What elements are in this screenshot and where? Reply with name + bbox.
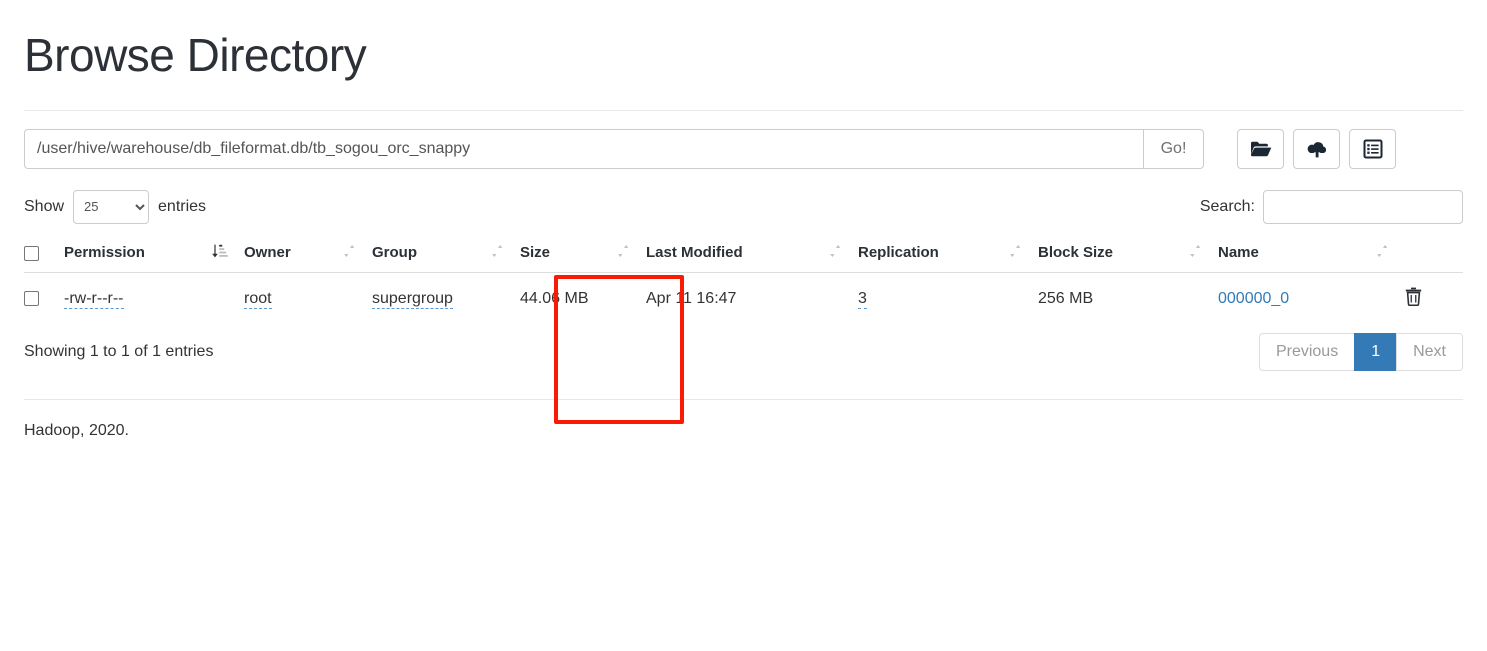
- column-header-owner[interactable]: Owner: [244, 235, 372, 273]
- directory-actions: [1237, 128, 1396, 169]
- datatable-footer: Showing 1 to 1 of 1 entries Previous 1 N…: [24, 332, 1463, 371]
- page-title: Browse Directory: [24, 29, 367, 81]
- upload-files-button[interactable]: [1293, 128, 1340, 169]
- pagination-next[interactable]: Next: [1396, 332, 1463, 371]
- sort-both-icon: [829, 244, 842, 262]
- sort-both-icon: [617, 244, 630, 262]
- cut-paste-button[interactable]: [1349, 128, 1396, 169]
- table-row: -rw-r--r-- root supergroup 44.06 MB Apr …: [24, 272, 1463, 325]
- permission-value[interactable]: -rw-r--r--: [64, 289, 124, 309]
- entries-info: Showing 1 to 1 of 1 entries: [24, 342, 214, 360]
- cell-name: 000000_0: [1218, 272, 1405, 325]
- path-input[interactable]: [24, 128, 1143, 169]
- column-label-replication: Replication: [858, 244, 939, 262]
- column-header-actions: [1405, 235, 1463, 273]
- entries-label: entries: [158, 197, 207, 215]
- cell-replication: 3: [858, 272, 1038, 325]
- pagination-previous[interactable]: Previous: [1258, 332, 1355, 371]
- entries-length-control: Show 25 50 100 entries: [24, 189, 207, 224]
- column-label-last-modified: Last Modified: [646, 244, 743, 262]
- show-label: Show: [24, 197, 65, 215]
- sort-both-icon: [1009, 244, 1022, 262]
- cell-actions: [1405, 272, 1463, 325]
- file-name-link[interactable]: 000000_0: [1218, 290, 1289, 307]
- row-select-cell: [24, 272, 64, 325]
- search-label: Search:: [1199, 197, 1255, 215]
- cell-block-size: 256 MB: [1038, 289, 1094, 307]
- search-control: Search:: [1199, 189, 1463, 224]
- path-input-group: Go!: [24, 128, 1204, 169]
- select-all-checkbox[interactable]: [24, 245, 39, 261]
- pagination-page-1[interactable]: 1: [1354, 332, 1397, 371]
- search-input[interactable]: [1263, 189, 1463, 224]
- column-label-block-size: Block Size: [1038, 244, 1114, 262]
- delete-file-button[interactable]: [1405, 287, 1422, 306]
- replication-value[interactable]: 3: [858, 289, 867, 309]
- sort-both-icon: [343, 244, 356, 262]
- column-label-permission: Permission: [64, 244, 145, 262]
- cloud-upload-icon: [1306, 140, 1328, 158]
- title-divider: [24, 109, 1463, 111]
- new-directory-button[interactable]: [1237, 128, 1284, 169]
- owner-value[interactable]: root: [244, 289, 272, 309]
- column-label-owner: Owner: [244, 244, 291, 262]
- folder-open-icon: [1250, 140, 1272, 158]
- cell-last-modified: Apr 11 16:47: [646, 289, 737, 307]
- footer-text: Hadoop, 2020.: [24, 421, 129, 439]
- sort-both-icon: [491, 244, 504, 262]
- entries-length-select[interactable]: 25 50 100: [73, 189, 150, 224]
- column-header-permission[interactable]: Permission: [64, 235, 244, 273]
- sort-amount-desc-icon: [212, 244, 228, 262]
- pagination: Previous 1 Next: [1258, 332, 1463, 371]
- column-label-name: Name: [1218, 244, 1259, 262]
- row-select-checkbox[interactable]: [24, 290, 39, 306]
- sort-both-icon: [1189, 244, 1202, 262]
- select-all-header: [24, 235, 64, 273]
- group-value[interactable]: supergroup: [372, 289, 453, 309]
- path-toolbar: Go!: [24, 128, 1463, 169]
- trash-icon: [1405, 287, 1422, 309]
- files-table: Permission Owner Group Size Last Modifie…: [24, 235, 1463, 325]
- column-header-name[interactable]: Name: [1218, 235, 1405, 273]
- column-label-size: Size: [520, 244, 551, 262]
- column-header-group[interactable]: Group: [372, 235, 520, 273]
- datatable-controls: Show 25 50 100 entries Search:: [24, 189, 1463, 224]
- column-label-group: Group: [372, 244, 417, 262]
- go-button[interactable]: Go!: [1143, 128, 1204, 169]
- footer-divider: [24, 398, 1463, 400]
- column-header-block-size[interactable]: Block Size: [1038, 235, 1218, 273]
- browse-directory-page: Browse Directory Go!: [0, 30, 1487, 651]
- column-header-size[interactable]: Size: [520, 235, 646, 273]
- cell-group: supergroup: [372, 272, 520, 325]
- column-header-last-modified[interactable]: Last Modified: [646, 235, 858, 273]
- clipboard-list-icon: [1363, 139, 1383, 159]
- watermark: CSDN @赵广陆: [1337, 646, 1463, 651]
- sort-both-icon: [1376, 244, 1389, 262]
- page-container: Browse Directory Go!: [0, 30, 1487, 440]
- cell-owner: root: [244, 272, 372, 325]
- cell-permission: -rw-r--r--: [64, 272, 244, 325]
- table-header-row: Permission Owner Group Size Last Modifie…: [24, 235, 1463, 273]
- cell-size: 44.06 MB: [520, 289, 589, 307]
- column-header-replication[interactable]: Replication: [858, 235, 1038, 273]
